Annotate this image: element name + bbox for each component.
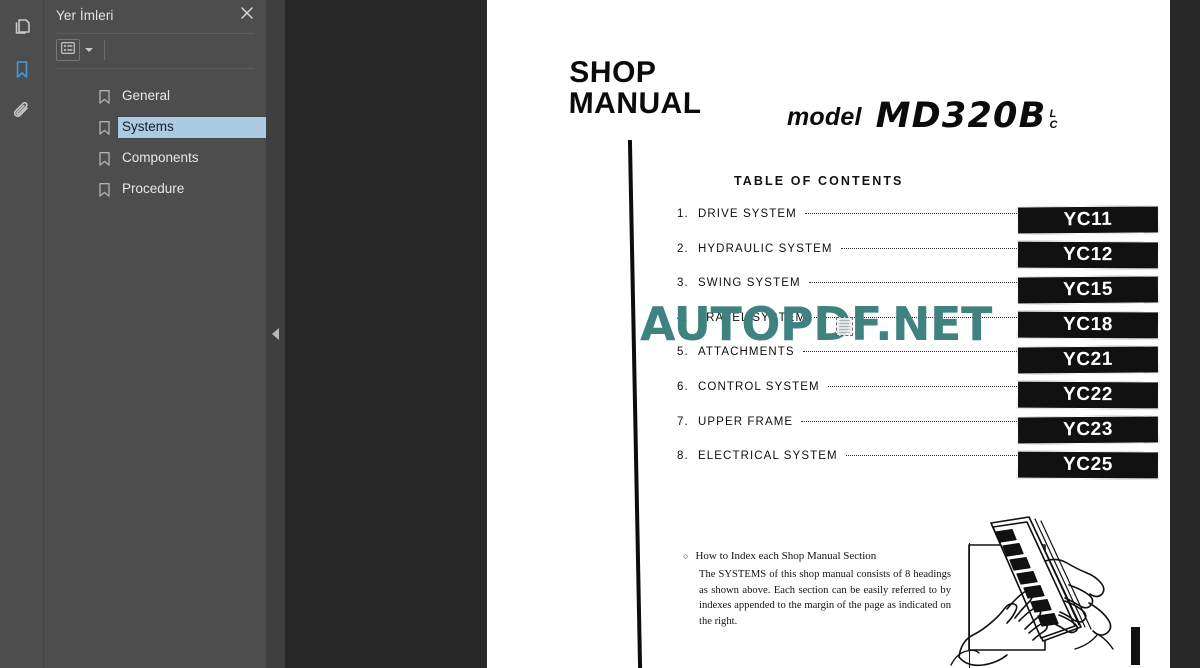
- sidebar-item-attachments[interactable]: [0, 90, 44, 132]
- toc-leader-dots: [802, 351, 1017, 353]
- bookmark-item-procedure[interactable]: Procedure: [44, 174, 266, 205]
- bookmark-item-label: General: [122, 88, 171, 104]
- shop-title-line2: MANUAL: [568, 86, 703, 120]
- bookmark-options-dropdown[interactable]: [82, 39, 96, 61]
- toc-label: UPPER FRAME: [698, 415, 794, 428]
- toc-row: 5. ATTACHMENTS: [677, 346, 1017, 381]
- toc-row: 1. DRIVE SYSTEM: [677, 208, 1017, 243]
- toc-label: ATTACHMENTS: [698, 346, 795, 359]
- document-viewport[interactable]: SHOP MANUAL model MD320B L C TABLE OF CO…: [285, 0, 1200, 668]
- model-suffix-bottom: C: [1049, 119, 1058, 132]
- bookmarks-toolbar: [44, 34, 266, 66]
- sidebar-icon-rail: [0, 0, 44, 668]
- toc-number: 8.: [677, 450, 689, 463]
- chevron-down-icon: [85, 48, 93, 52]
- bookmark-item-general[interactable]: General: [44, 81, 266, 112]
- toc-row: 7. UPPER FRAME: [677, 416, 1017, 451]
- toc-label: HYDRAULIC SYSTEM: [698, 242, 833, 255]
- bookmark-options-button[interactable]: [56, 39, 80, 61]
- shop-manual-title: SHOP MANUAL: [568, 56, 703, 120]
- toc-row: 2. HYDRAULIC SYSTEM: [677, 243, 1017, 278]
- index-tab: YC21: [1016, 345, 1160, 375]
- drag-ghost-indicator: [836, 317, 853, 336]
- toc-leader-dots: [840, 247, 1017, 249]
- toc-number: 2.: [677, 242, 689, 255]
- hands-indexing-manual-illustration: [949, 505, 1170, 668]
- shop-title-line1: SHOP: [568, 56, 657, 89]
- index-instructions-body: The SYSTEMS of this shop manual consists…: [699, 569, 951, 628]
- toc-leader-dots: [827, 385, 1017, 387]
- bookmark-item-label: Systems: [117, 116, 267, 139]
- pdf-viewer-window: Yer İmleri General Systems Components Pr…: [0, 0, 1200, 668]
- toc-label: DRIVE SYSTEM: [698, 208, 797, 220]
- toc-row: 8. ELECTRICAL SYSTEM: [677, 450, 1017, 485]
- toc-row: 3. SWING SYSTEM: [677, 277, 1017, 312]
- index-tab: YC12: [1016, 240, 1160, 270]
- bookmark-item-label: Procedure: [122, 181, 185, 197]
- bookmark-item-systems[interactable]: Systems: [44, 112, 267, 143]
- bookmarks-panel-header: Yer İmleri: [44, 0, 266, 30]
- model-code: MD320B: [875, 96, 1047, 136]
- toc-leader-dots: [808, 282, 1017, 284]
- model-variant-suffix: L C: [1049, 108, 1058, 132]
- bookmarks-panel: Yer İmleri General Systems Components Pr…: [44, 0, 267, 668]
- index-tab: YC23: [1016, 415, 1160, 445]
- toc-label: TRAVEL SYSTEM: [698, 311, 807, 324]
- index-instructions-heading: ○ How to Index each Shop Manual Section: [683, 550, 951, 562]
- toc-label: CONTROL SYSTEM: [698, 380, 820, 393]
- collapse-sidebar-handle[interactable]: [266, 0, 285, 668]
- toc-row: 6. CONTROL SYSTEM: [677, 381, 1017, 416]
- toc-number: 4.: [677, 311, 689, 324]
- pages-icon: [11, 16, 33, 38]
- index-instructions: ○ How to Index each Shop Manual Section …: [683, 550, 951, 630]
- bullet-icon: ○: [683, 551, 689, 561]
- toc-number: 6.: [677, 380, 689, 393]
- index-tab-strip: YC11 YC12 YC15 YC18 YC21 YC22 YC23 YC25: [1016, 205, 1160, 486]
- toc-leader-dots: [845, 455, 1017, 457]
- bookmark-icon: [98, 120, 111, 135]
- bookmark-item-components[interactable]: Components: [44, 143, 266, 174]
- model-designation: model MD320B L C: [787, 96, 1057, 136]
- bookmark-item-label: Components: [122, 150, 199, 166]
- bookmark-icon: [98, 182, 111, 197]
- toc-label: SWING SYSTEM: [698, 277, 801, 290]
- bookmark-icon: [98, 89, 111, 104]
- sidebar-item-pages[interactable]: [0, 6, 44, 48]
- pdf-page: SHOP MANUAL model MD320B L C TABLE OF CO…: [487, 0, 1170, 668]
- close-icon: [240, 6, 254, 25]
- toc-number: 1.: [677, 208, 689, 220]
- index-tab: YC15: [1016, 275, 1160, 305]
- toolbar-divider: [104, 40, 105, 60]
- sidebar-item-bookmarks[interactable]: [0, 48, 44, 90]
- bookmarks-list: General Systems Components Procedure: [44, 69, 267, 205]
- model-word: model: [787, 103, 862, 131]
- bookmarks-panel-title: Yer İmleri: [56, 7, 114, 23]
- index-tab: YC22: [1016, 380, 1160, 410]
- paperclip-icon: [11, 100, 33, 122]
- index-tab: YC11: [1016, 205, 1160, 235]
- bookmark-icon: [11, 58, 33, 80]
- toc-number: 3.: [677, 277, 689, 290]
- decorative-rule: [627, 140, 643, 668]
- bookmark-icon: [98, 151, 111, 166]
- toc-leader-dots: [801, 420, 1017, 422]
- index-tab: YC18: [1016, 310, 1160, 340]
- table-of-contents-list: 1. DRIVE SYSTEM 2. HYDRAULIC SYSTEM 3. S…: [677, 208, 1017, 485]
- toc-label: ELECTRICAL SYSTEM: [698, 450, 838, 463]
- toc-number: 7.: [677, 415, 689, 428]
- toc-leader-dots: [804, 213, 1017, 214]
- table-of-contents-heading: TABLE OF CONTENTS: [734, 174, 904, 188]
- index-tab: YC25: [1016, 450, 1160, 480]
- list-options-icon: [61, 41, 75, 59]
- index-instructions-title: How to Index each Shop Manual Section: [695, 550, 877, 562]
- collapse-left-icon: [272, 328, 279, 340]
- toc-number: 5.: [677, 346, 689, 359]
- close-panel-button[interactable]: [236, 4, 258, 26]
